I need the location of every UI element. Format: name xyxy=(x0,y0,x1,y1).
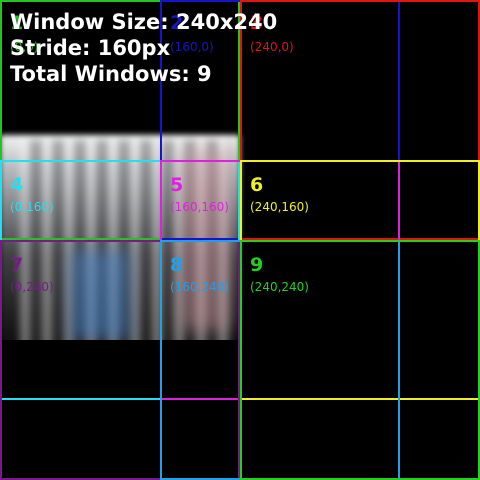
window-box-9 xyxy=(240,240,480,480)
window-number-8: 8 xyxy=(170,254,184,276)
window-number-7: 7 xyxy=(10,254,24,276)
total-windows-label: Total Windows: 9 xyxy=(10,62,212,86)
window-coord-6: (240,160) xyxy=(250,200,309,214)
window-number-4: 4 xyxy=(10,174,24,196)
window-number-6: 6 xyxy=(250,174,264,196)
window-coord-4: (0,160) xyxy=(10,200,54,214)
window-coord-8: (160,240) xyxy=(170,280,229,294)
window-coord-7: (0,240) xyxy=(10,280,54,294)
window-size-label: Window Size: 240x240 xyxy=(10,10,278,34)
window-number-9: 9 xyxy=(250,254,264,276)
stride-label: Stride: 160px xyxy=(10,36,171,60)
image-canvas: 1 (0,0) 2 (160,0) 3 (240,0) 4 (0,160) 5 (160,160)… xyxy=(0,0,480,480)
window-coord-5: (160,160) xyxy=(170,200,229,214)
window-coord-2: (160,0) xyxy=(170,40,214,54)
window-coord-3: (240,0) xyxy=(250,40,294,54)
window-number-5: 5 xyxy=(170,174,184,196)
window-coord-9: (240,240) xyxy=(250,280,309,294)
